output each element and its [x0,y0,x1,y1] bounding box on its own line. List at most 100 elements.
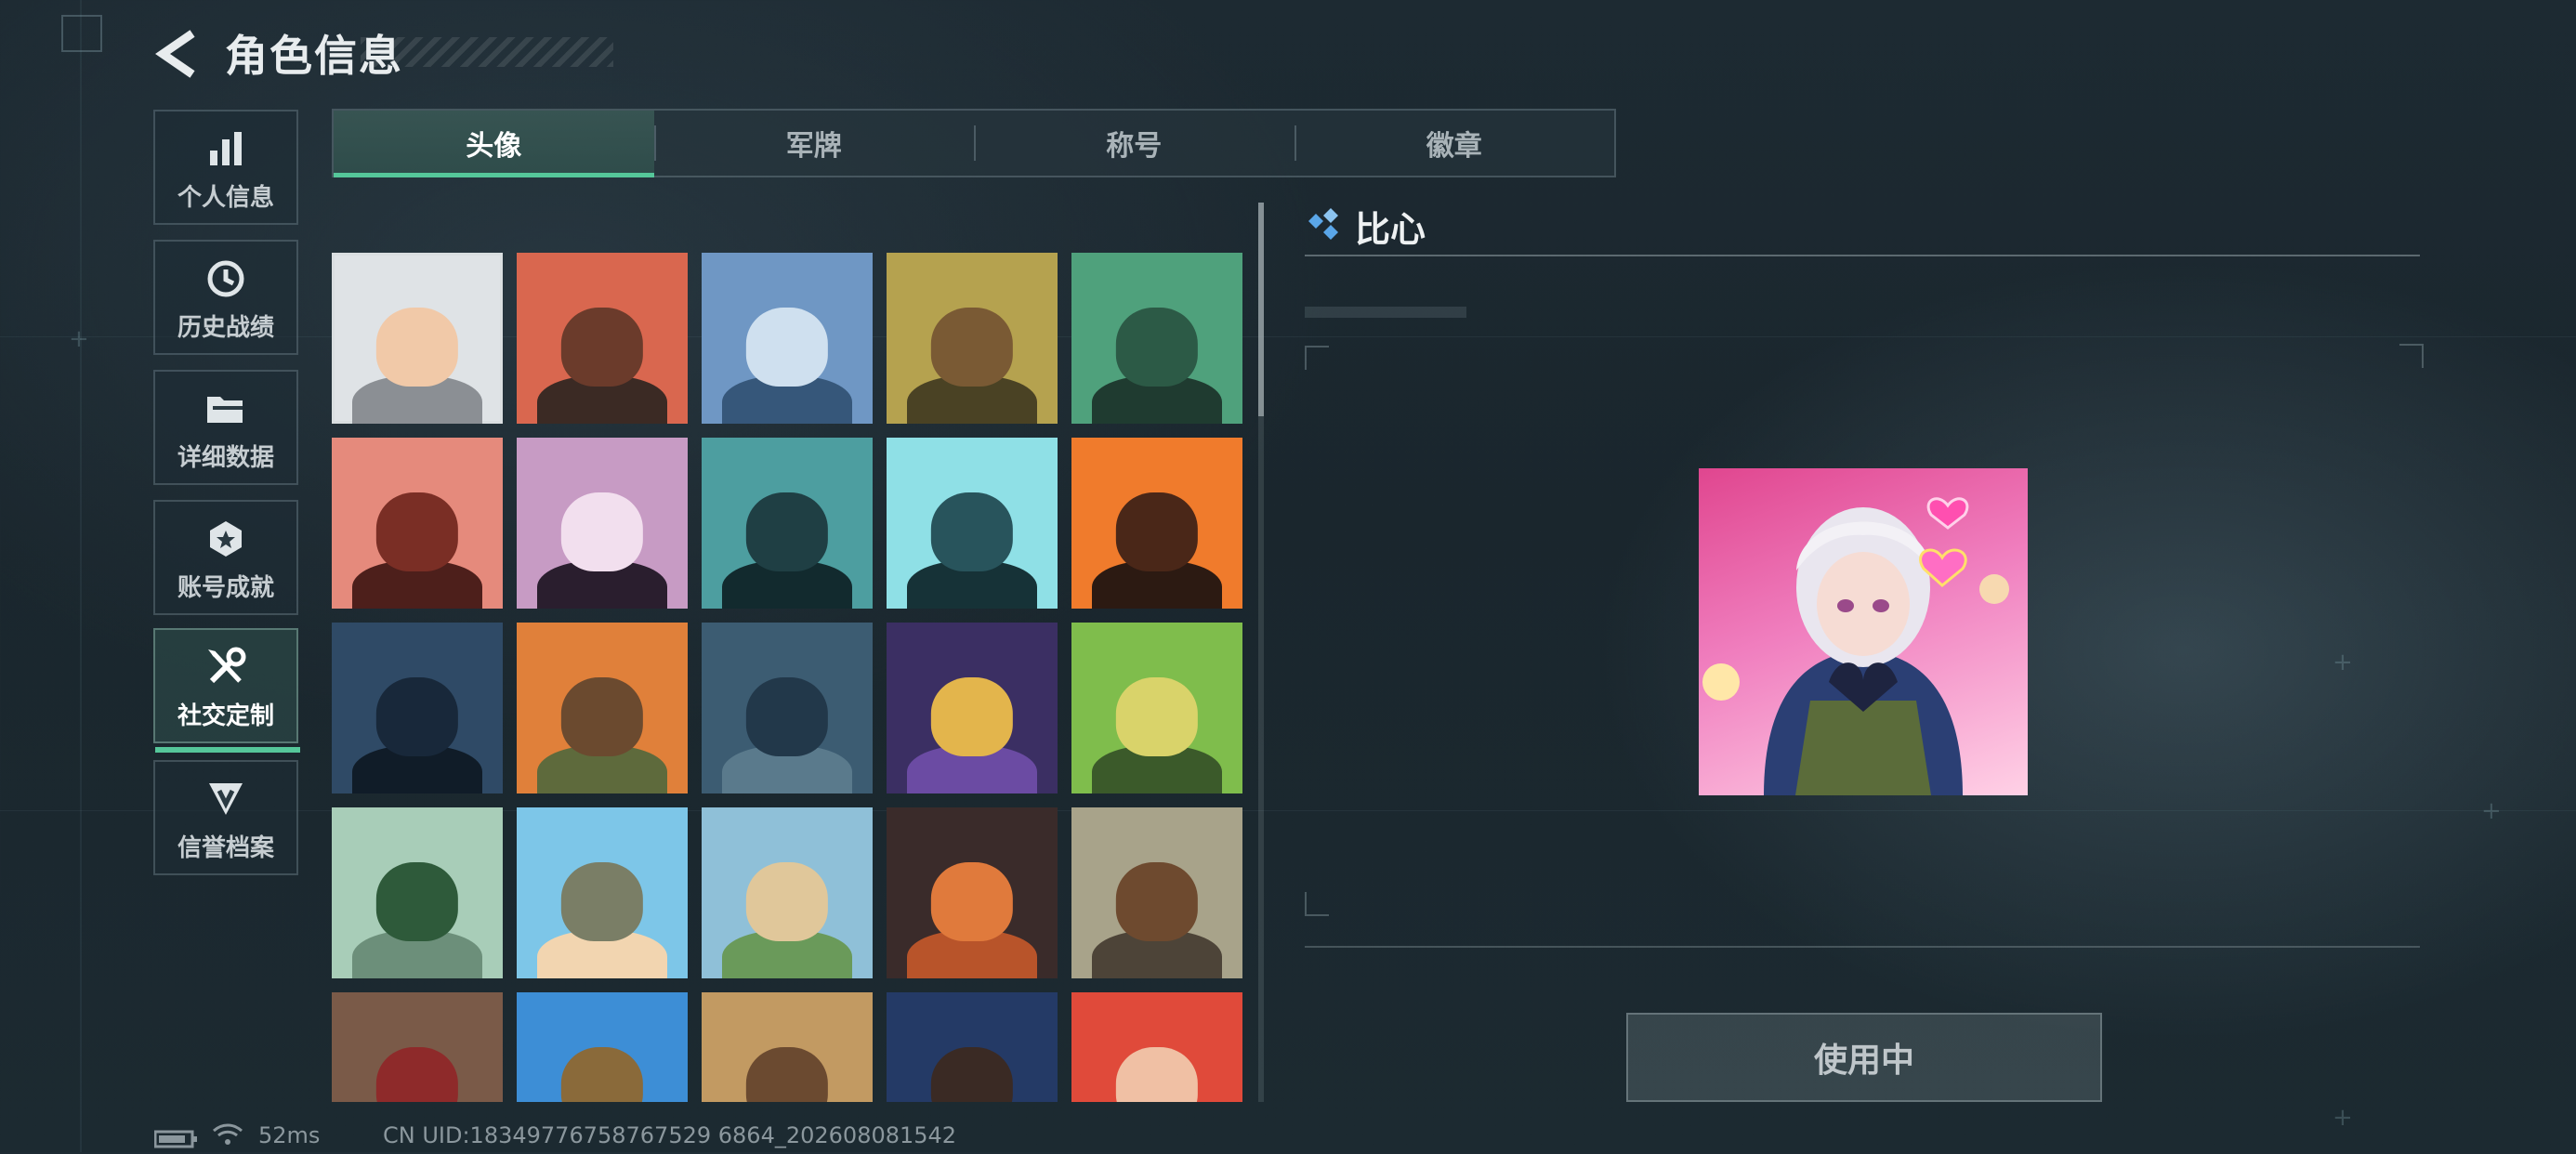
avatar-head-shape [375,861,459,941]
bar-chart-icon [207,123,244,175]
folder-icon [205,383,246,435]
active-indicator [155,747,300,753]
avatar-head-shape [560,492,644,571]
avatar-red-hair-woman[interactable] [1071,992,1242,1102]
avatar-head-shape [745,307,829,387]
avatar-heavy-gunner[interactable] [517,623,688,793]
avatar-head-shape [375,1046,459,1102]
battery-icon [153,1128,199,1154]
tab-title[interactable]: 称号 [974,111,1295,176]
avatar-head-shape [560,676,644,756]
sidebar-item-reputation[interactable]: 信誉档案 [153,760,298,875]
avatar-way-out-sign[interactable] [332,807,503,978]
avatar-masked-longhair[interactable] [1071,438,1242,609]
sidebar-item-history[interactable]: 历史战绩 [153,240,298,355]
crosshair-icon: + [2481,797,2502,825]
frame-corner [1305,892,1329,916]
frame-corner [1305,346,1329,370]
tab-avatar[interactable]: 头像 [334,111,654,177]
avatar-grid-viewport [332,253,1242,1102]
avatar-rusty-truck[interactable] [1071,807,1242,978]
avatar-head-shape [375,307,459,387]
avatar-pilot-woman[interactable] [702,253,873,424]
avatar-head-shape [1115,861,1199,941]
crosshair-icon: + [69,325,89,353]
avatar-card-hand[interactable] [887,623,1058,793]
avatar-grid [332,253,1242,1102]
avatar-head-shape [1115,492,1199,571]
sidebar-item-social-custom[interactable]: 社交定制 [153,628,300,753]
achievement-medal-icon [206,513,245,565]
frame-corner [2399,344,2424,368]
divider [1305,255,2420,256]
divider [1305,946,2420,948]
tools-icon [204,641,247,693]
sidebar-item-label: 社交定制 [177,702,274,730]
avatar-head-shape [1115,1046,1199,1102]
tab-dog-tag[interactable]: 军牌 [653,111,975,176]
back-button[interactable] [149,26,204,82]
avatar-head-shape [560,1046,644,1102]
avatar-head-shape [560,307,644,387]
avatar-head-shape [1115,676,1199,756]
avatar-head-shape [745,1046,829,1102]
avatar-masked-helmet[interactable] [887,438,1058,609]
avatar-feather[interactable] [887,807,1058,978]
page-title: 角色信息 [225,31,403,81]
avatar-villa[interactable] [702,807,873,978]
sidebar-item-achievements[interactable]: 账号成就 [153,500,298,615]
avatar-white-hair-woman[interactable] [517,438,688,609]
avatar-chibi-soldier[interactable] [517,807,688,978]
in-use-button[interactable]: 使用中 [1626,1013,2102,1102]
back-arrow-icon [155,30,195,78]
diamond-icon [1305,206,1346,247]
avatar-head-shape [745,861,829,941]
selected-avatar-name: 比心 [1355,209,1426,250]
history-clock-icon [206,253,245,305]
avatar-bald-operator[interactable] [887,253,1058,424]
avatar-exit-door[interactable] [1071,623,1242,793]
avatar-desert-soldier[interactable] [702,992,873,1102]
avatar-photo-portrait[interactable] [332,253,503,424]
avatar-head-shape [375,492,459,571]
sidebar-item-label: 个人信息 [177,183,274,212]
reputation-shield-icon [206,773,245,825]
avatar-head-shape [560,861,644,941]
category-tabs: 头像 军牌 称号 徽章 [332,109,1616,177]
avatar-head-shape [1115,307,1199,387]
avatar-head-shape [745,676,829,756]
avatar-cap-soldier[interactable] [517,253,688,424]
avatar-head-shape [930,307,1014,387]
avatar-sniper-scope[interactable] [702,623,873,793]
sidebar-item-label: 账号成就 [177,573,274,602]
avatar-head-shape [930,861,1014,941]
grid-line [80,0,82,1152]
avatar-hacker[interactable] [887,992,1058,1102]
sidebar-item-label: 信誉档案 [177,833,274,862]
avatar-head-shape [745,492,829,571]
avatar-head-shape [375,676,459,756]
avatar-helmet-woman[interactable] [332,438,503,609]
sidebar-item-personal-info[interactable]: 个人信息 [153,110,298,225]
avatar-festival-soldier[interactable] [517,992,688,1102]
avatar-head-shape [930,1046,1014,1102]
avatar-green-operator[interactable] [1071,253,1242,424]
avatar-head-shape [930,492,1014,571]
sidebar-item-label: 详细数据 [177,443,274,472]
corner-decoration [61,15,102,52]
avatar-scales-emblem[interactable] [332,992,503,1102]
tab-badge[interactable]: 徽章 [1294,111,1615,176]
sidebar-item-detailed-data[interactable]: 详细数据 [153,370,298,485]
wifi-icon [212,1122,243,1152]
avatar-head-shape [930,676,1014,756]
avatar-preview-image [1699,468,2028,795]
crosshair-icon: + [2333,649,2353,676]
user-uid: CN UID:18349776758767529 6864_2026080815… [383,1122,957,1148]
avatar-night-soldier[interactable] [332,623,503,793]
meta-decoration [1305,307,1466,318]
crosshair-icon: + [2333,1104,2353,1132]
sidebar-item-label: 历史战绩 [177,313,274,342]
scrollbar-thumb[interactable] [1258,203,1264,416]
heart-hands-girl-illustration [1702,497,2009,795]
avatar-glasses-man[interactable] [702,438,873,609]
